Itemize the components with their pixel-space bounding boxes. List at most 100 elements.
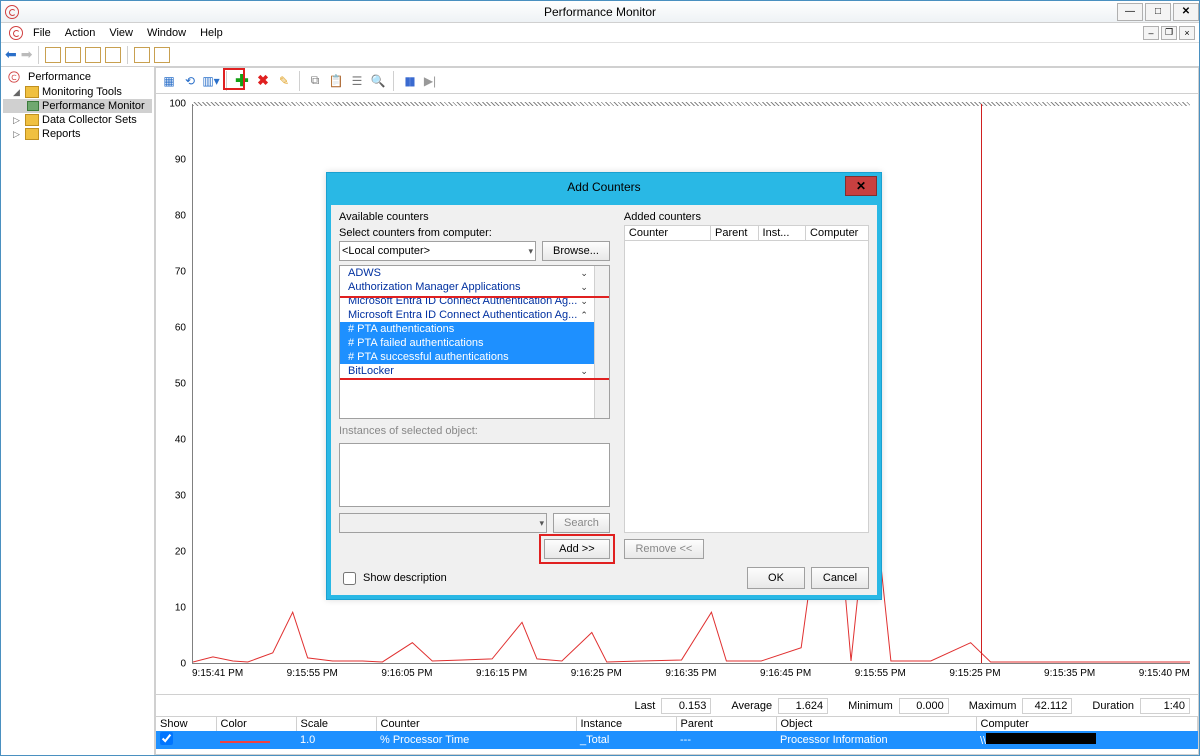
copy-icon[interactable]: ⧉ bbox=[306, 72, 324, 90]
legend-row[interactable]: 1.0 % Processor Time _Total --- Processo… bbox=[156, 731, 1198, 749]
freeze-button[interactable]: ▮▮ bbox=[400, 72, 418, 90]
perfmon-icon bbox=[5, 5, 19, 19]
titlebar: Performance Monitor — □ ✕ bbox=[1, 1, 1199, 23]
add-counter-button[interactable]: ✚ bbox=[233, 72, 251, 90]
counter-category[interactable]: Authorization Manager Applications⌄ bbox=[340, 280, 594, 294]
stat-max-value: 42.112 bbox=[1022, 698, 1072, 714]
counter-category[interactable]: ADWS⌄ bbox=[340, 266, 594, 280]
dialog-title: Add Counters bbox=[567, 180, 640, 194]
folder-icon bbox=[25, 128, 39, 140]
counter-category-expanded[interactable]: Microsoft Entra ID Connect Authenticatio… bbox=[340, 308, 594, 322]
chevron-down-icon: ▾ bbox=[529, 246, 534, 257]
computer-combobox[interactable]: <Local computer>▾ bbox=[339, 241, 536, 261]
stat-min-value: 0.000 bbox=[899, 698, 949, 714]
redacted-computer bbox=[986, 733, 1096, 744]
forward-button: ➡ bbox=[21, 46, 33, 63]
chart-type-dropdown[interactable]: ▥▾ bbox=[202, 72, 220, 90]
minimize-button[interactable]: — bbox=[1117, 3, 1143, 21]
stat-max-label: Maximum bbox=[969, 700, 1017, 712]
available-counters-label: Available counters bbox=[339, 211, 610, 223]
counter-category[interactable]: Microsoft Entra ID Connect Authenticatio… bbox=[340, 294, 594, 308]
tree-performance[interactable]: Performance bbox=[3, 69, 152, 85]
expand-icon[interactable]: ▷ bbox=[13, 115, 22, 126]
mdi-minimize-icon[interactable]: – bbox=[1143, 26, 1159, 40]
stat-dur-label: Duration bbox=[1092, 700, 1134, 712]
stat-last-value: 0.153 bbox=[661, 698, 711, 714]
mdi-restore-icon[interactable]: ❐ bbox=[1161, 26, 1177, 40]
toolbar-icon[interactable] bbox=[85, 47, 101, 63]
counter-category[interactable]: BitLocker⌄ bbox=[340, 364, 594, 378]
counter-item-selected[interactable]: # PTA authentications bbox=[340, 322, 594, 336]
toolbar-icon[interactable] bbox=[154, 47, 170, 63]
select-computer-label: Select counters from computer: bbox=[339, 227, 610, 239]
menu-file[interactable]: File bbox=[27, 25, 57, 41]
counter-item-selected[interactable]: # PTA failed authentications bbox=[340, 336, 594, 350]
tree-data-collector-sets[interactable]: ▷Data Collector Sets bbox=[3, 113, 152, 127]
menu-help[interactable]: Help bbox=[194, 25, 229, 41]
toolbar-icon[interactable] bbox=[65, 47, 81, 63]
stat-min-label: Minimum bbox=[848, 700, 893, 712]
highlight-button[interactable]: ✎ bbox=[275, 72, 293, 90]
maximize-button[interactable]: □ bbox=[1145, 3, 1171, 21]
cancel-button[interactable]: Cancel bbox=[811, 567, 869, 589]
properties-icon[interactable]: ☰ bbox=[348, 72, 366, 90]
add-button[interactable]: Add >> bbox=[544, 539, 610, 559]
perfmon-item-icon bbox=[27, 101, 39, 111]
add-counters-dialog: Add Counters ✕ Available counters Select… bbox=[326, 172, 882, 600]
chart-toolbar: ▦ ⟲ ▥▾ ✚ ✖ ✎ ⧉ 📋 ☰ 🔍 ▮▮ ▶| bbox=[156, 68, 1198, 94]
stat-dur-value: 1:40 bbox=[1140, 698, 1190, 714]
counter-item-selected[interactable]: # PTA successful authentications bbox=[340, 350, 594, 364]
nav-tree: Performance ◢Monitoring Tools Performanc… bbox=[1, 67, 155, 755]
toolbar-icon[interactable] bbox=[134, 47, 150, 63]
x-axis: 9:15:41 PM 9:15:55 PM 9:16:05 PM 9:16:15… bbox=[192, 668, 1190, 682]
browse-button[interactable]: Browse... bbox=[542, 241, 610, 261]
menubar: File Action View Window Help – ❐ × bbox=[1, 23, 1199, 43]
folder-icon bbox=[25, 86, 39, 98]
dialog-titlebar: Add Counters ✕ bbox=[327, 173, 881, 201]
time-cursor bbox=[981, 104, 982, 663]
scrollbar[interactable] bbox=[594, 266, 609, 418]
ok-button[interactable]: OK bbox=[747, 567, 805, 589]
stats-bar: Last 0.153 Average 1.624 Minimum 0.000 M… bbox=[156, 694, 1198, 716]
paste-icon[interactable]: 📋 bbox=[327, 72, 345, 90]
back-button[interactable]: ⬅ bbox=[5, 46, 17, 63]
instances-label: Instances of selected object: bbox=[339, 425, 610, 437]
show-description-input[interactable] bbox=[343, 572, 356, 585]
legend: Show Color Scale Counter Instance Parent… bbox=[156, 716, 1198, 754]
chevron-down-icon: ⌄ bbox=[580, 296, 588, 307]
toolbar-icon[interactable] bbox=[105, 47, 121, 63]
toolbar-icon[interactable] bbox=[45, 47, 61, 63]
added-counters-list[interactable] bbox=[624, 241, 869, 533]
added-counters-header: Counter Parent Inst... Computer bbox=[624, 225, 869, 241]
main-toolbar: ⬅ ➡ bbox=[1, 43, 1199, 67]
menu-window[interactable]: Window bbox=[141, 25, 192, 41]
close-button[interactable]: ✕ bbox=[1173, 3, 1199, 21]
menu-action[interactable]: Action bbox=[59, 25, 102, 41]
delete-counter-button[interactable]: ✖ bbox=[254, 72, 272, 90]
tree-monitoring-tools[interactable]: ◢Monitoring Tools bbox=[3, 85, 152, 99]
stat-avg-value: 1.624 bbox=[778, 698, 828, 714]
collapse-icon[interactable]: ◢ bbox=[13, 87, 22, 98]
view-log-icon[interactable]: ⟲ bbox=[181, 72, 199, 90]
zoom-icon[interactable]: 🔍 bbox=[369, 72, 387, 90]
dialog-close-button[interactable]: ✕ bbox=[845, 176, 877, 196]
search-button: Search bbox=[553, 513, 610, 533]
perfmon-icon bbox=[9, 26, 23, 40]
window-title: Performance Monitor bbox=[544, 5, 656, 19]
view-current-icon[interactable]: ▦ bbox=[160, 72, 178, 90]
added-counters-label: Added counters bbox=[624, 211, 869, 223]
instance-search-combobox: ▾ bbox=[339, 513, 547, 533]
mdi-close-icon[interactable]: × bbox=[1179, 26, 1195, 40]
counters-listbox[interactable]: ADWS⌄ Authorization Manager Applications… bbox=[339, 265, 610, 419]
chevron-down-icon: ⌄ bbox=[580, 282, 588, 293]
tree-reports[interactable]: ▷Reports bbox=[3, 127, 152, 141]
expand-icon[interactable]: ▷ bbox=[13, 129, 22, 140]
legend-show-checkbox[interactable] bbox=[160, 732, 173, 745]
show-description-checkbox[interactable]: Show description bbox=[339, 569, 447, 588]
tree-performance-monitor[interactable]: Performance Monitor bbox=[3, 99, 152, 113]
y-axis: 100 90 80 70 60 50 40 30 20 10 0 bbox=[156, 104, 190, 664]
perfmon-icon bbox=[8, 71, 19, 82]
menu-view[interactable]: View bbox=[103, 25, 139, 41]
update-button[interactable]: ▶| bbox=[421, 72, 439, 90]
instances-listbox[interactable] bbox=[339, 443, 610, 507]
